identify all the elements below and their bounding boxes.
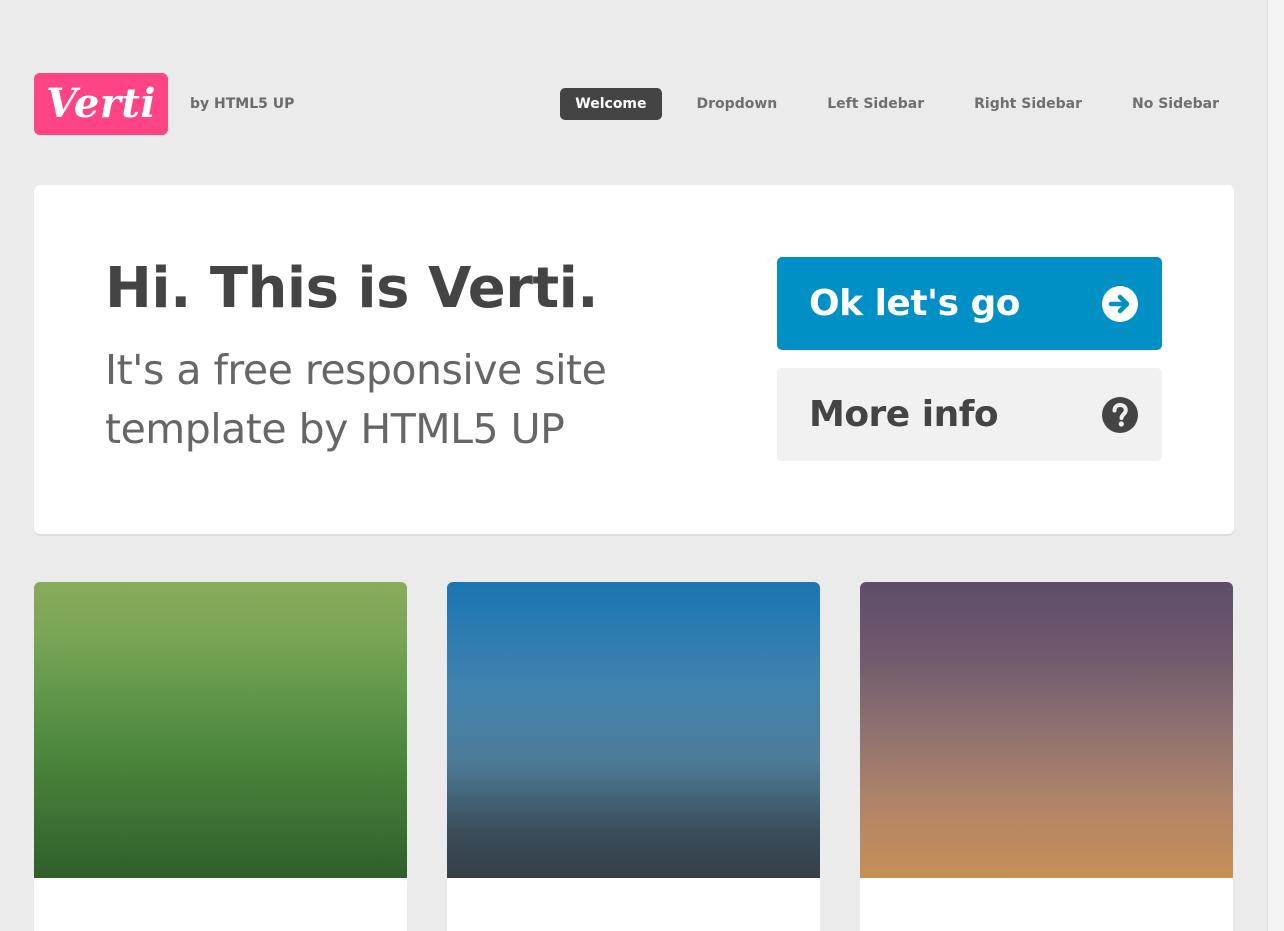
nav-item-left-sidebar[interactable]: Left Sidebar: [812, 88, 939, 120]
ok-lets-go-label: Ok let's go: [809, 283, 1021, 324]
feature-card: [447, 582, 820, 931]
green-landscape-image[interactable]: [34, 582, 407, 878]
banner-subtitle: It's a free responsive site template by …: [105, 346, 607, 453]
logo[interactable]: Verti: [34, 73, 168, 135]
more-info-button[interactable]: More info: [777, 368, 1162, 461]
feature-card: [860, 582, 1233, 931]
question-circle-icon: [1102, 396, 1138, 433]
tagline: by HTML5 UP: [190, 96, 295, 112]
logo-text: Verti: [45, 80, 157, 127]
nav-item-right-sidebar[interactable]: Right Sidebar: [959, 88, 1097, 120]
nav-item-dropdown[interactable]: Dropdown: [682, 88, 793, 120]
ok-lets-go-button[interactable]: Ok let's go: [777, 257, 1162, 350]
nav-item-welcome[interactable]: Welcome: [560, 88, 662, 120]
banner: Hi. This is Verti. It's a free responsiv…: [34, 185, 1234, 534]
more-info-label: More info: [809, 394, 999, 435]
banner-title: Hi. This is Verti.: [105, 256, 599, 321]
main-nav: Welcome Dropdown Left Sidebar Right Side…: [560, 88, 1234, 120]
sunset-sky-image[interactable]: [860, 582, 1233, 878]
arrow-right-circle-icon: [1102, 285, 1138, 322]
feature-card: [34, 582, 407, 931]
blue-sky-image[interactable]: [447, 582, 820, 878]
vertical-scrollbar[interactable]: [1267, 0, 1284, 931]
nav-item-no-sidebar[interactable]: No Sidebar: [1117, 88, 1234, 120]
